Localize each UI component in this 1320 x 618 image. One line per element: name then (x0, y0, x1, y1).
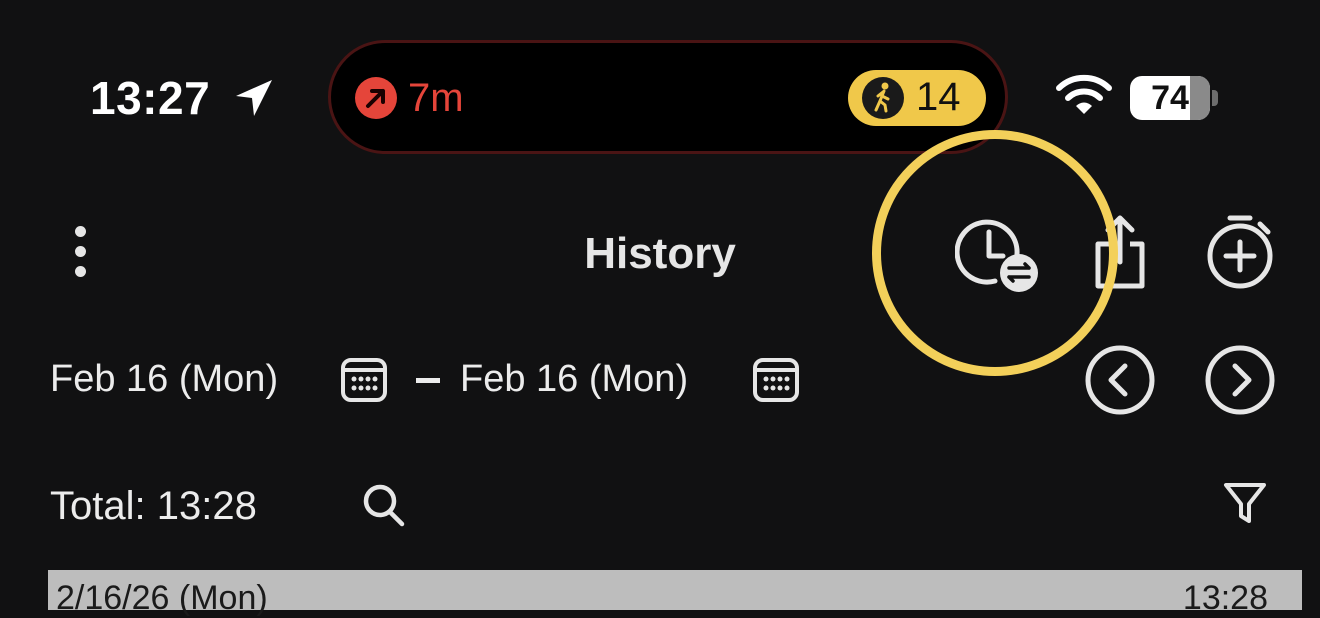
nav-arrow-icon (355, 77, 397, 119)
wifi-icon (1056, 74, 1112, 114)
chevron-right-circle-icon[interactable] (1204, 344, 1276, 416)
filter-icon[interactable] (1222, 480, 1268, 526)
nav-eta: 7m (408, 76, 464, 120)
battery-level: 74 (1151, 79, 1189, 117)
calendar-icon[interactable] (340, 356, 388, 404)
calendar-icon[interactable] (752, 356, 800, 404)
more-menu-button[interactable] (60, 220, 102, 284)
walking-person-icon (862, 77, 904, 119)
date-separator (416, 378, 440, 383)
highlight-ring (872, 130, 1118, 376)
status-time: 13:27 (90, 72, 211, 124)
location-arrow-icon (236, 80, 272, 116)
chevron-left-circle-icon[interactable] (1084, 344, 1156, 416)
steps-count: 14 (916, 75, 961, 119)
day-total: 13:28 (1182, 579, 1268, 617)
battery-icon: 74 (1130, 76, 1210, 120)
stopwatch-plus-icon[interactable] (1202, 212, 1278, 292)
battery-tip (1212, 90, 1218, 106)
total-duration: Total: 13:28 (50, 484, 257, 528)
end-date[interactable]: Feb 16 (Mon) (460, 356, 688, 402)
day-label: 2/16/26 (Mon) (56, 579, 268, 617)
start-date[interactable]: Feb 16 (Mon) (50, 356, 278, 402)
search-icon[interactable] (360, 482, 408, 530)
page-title: History (584, 229, 736, 278)
